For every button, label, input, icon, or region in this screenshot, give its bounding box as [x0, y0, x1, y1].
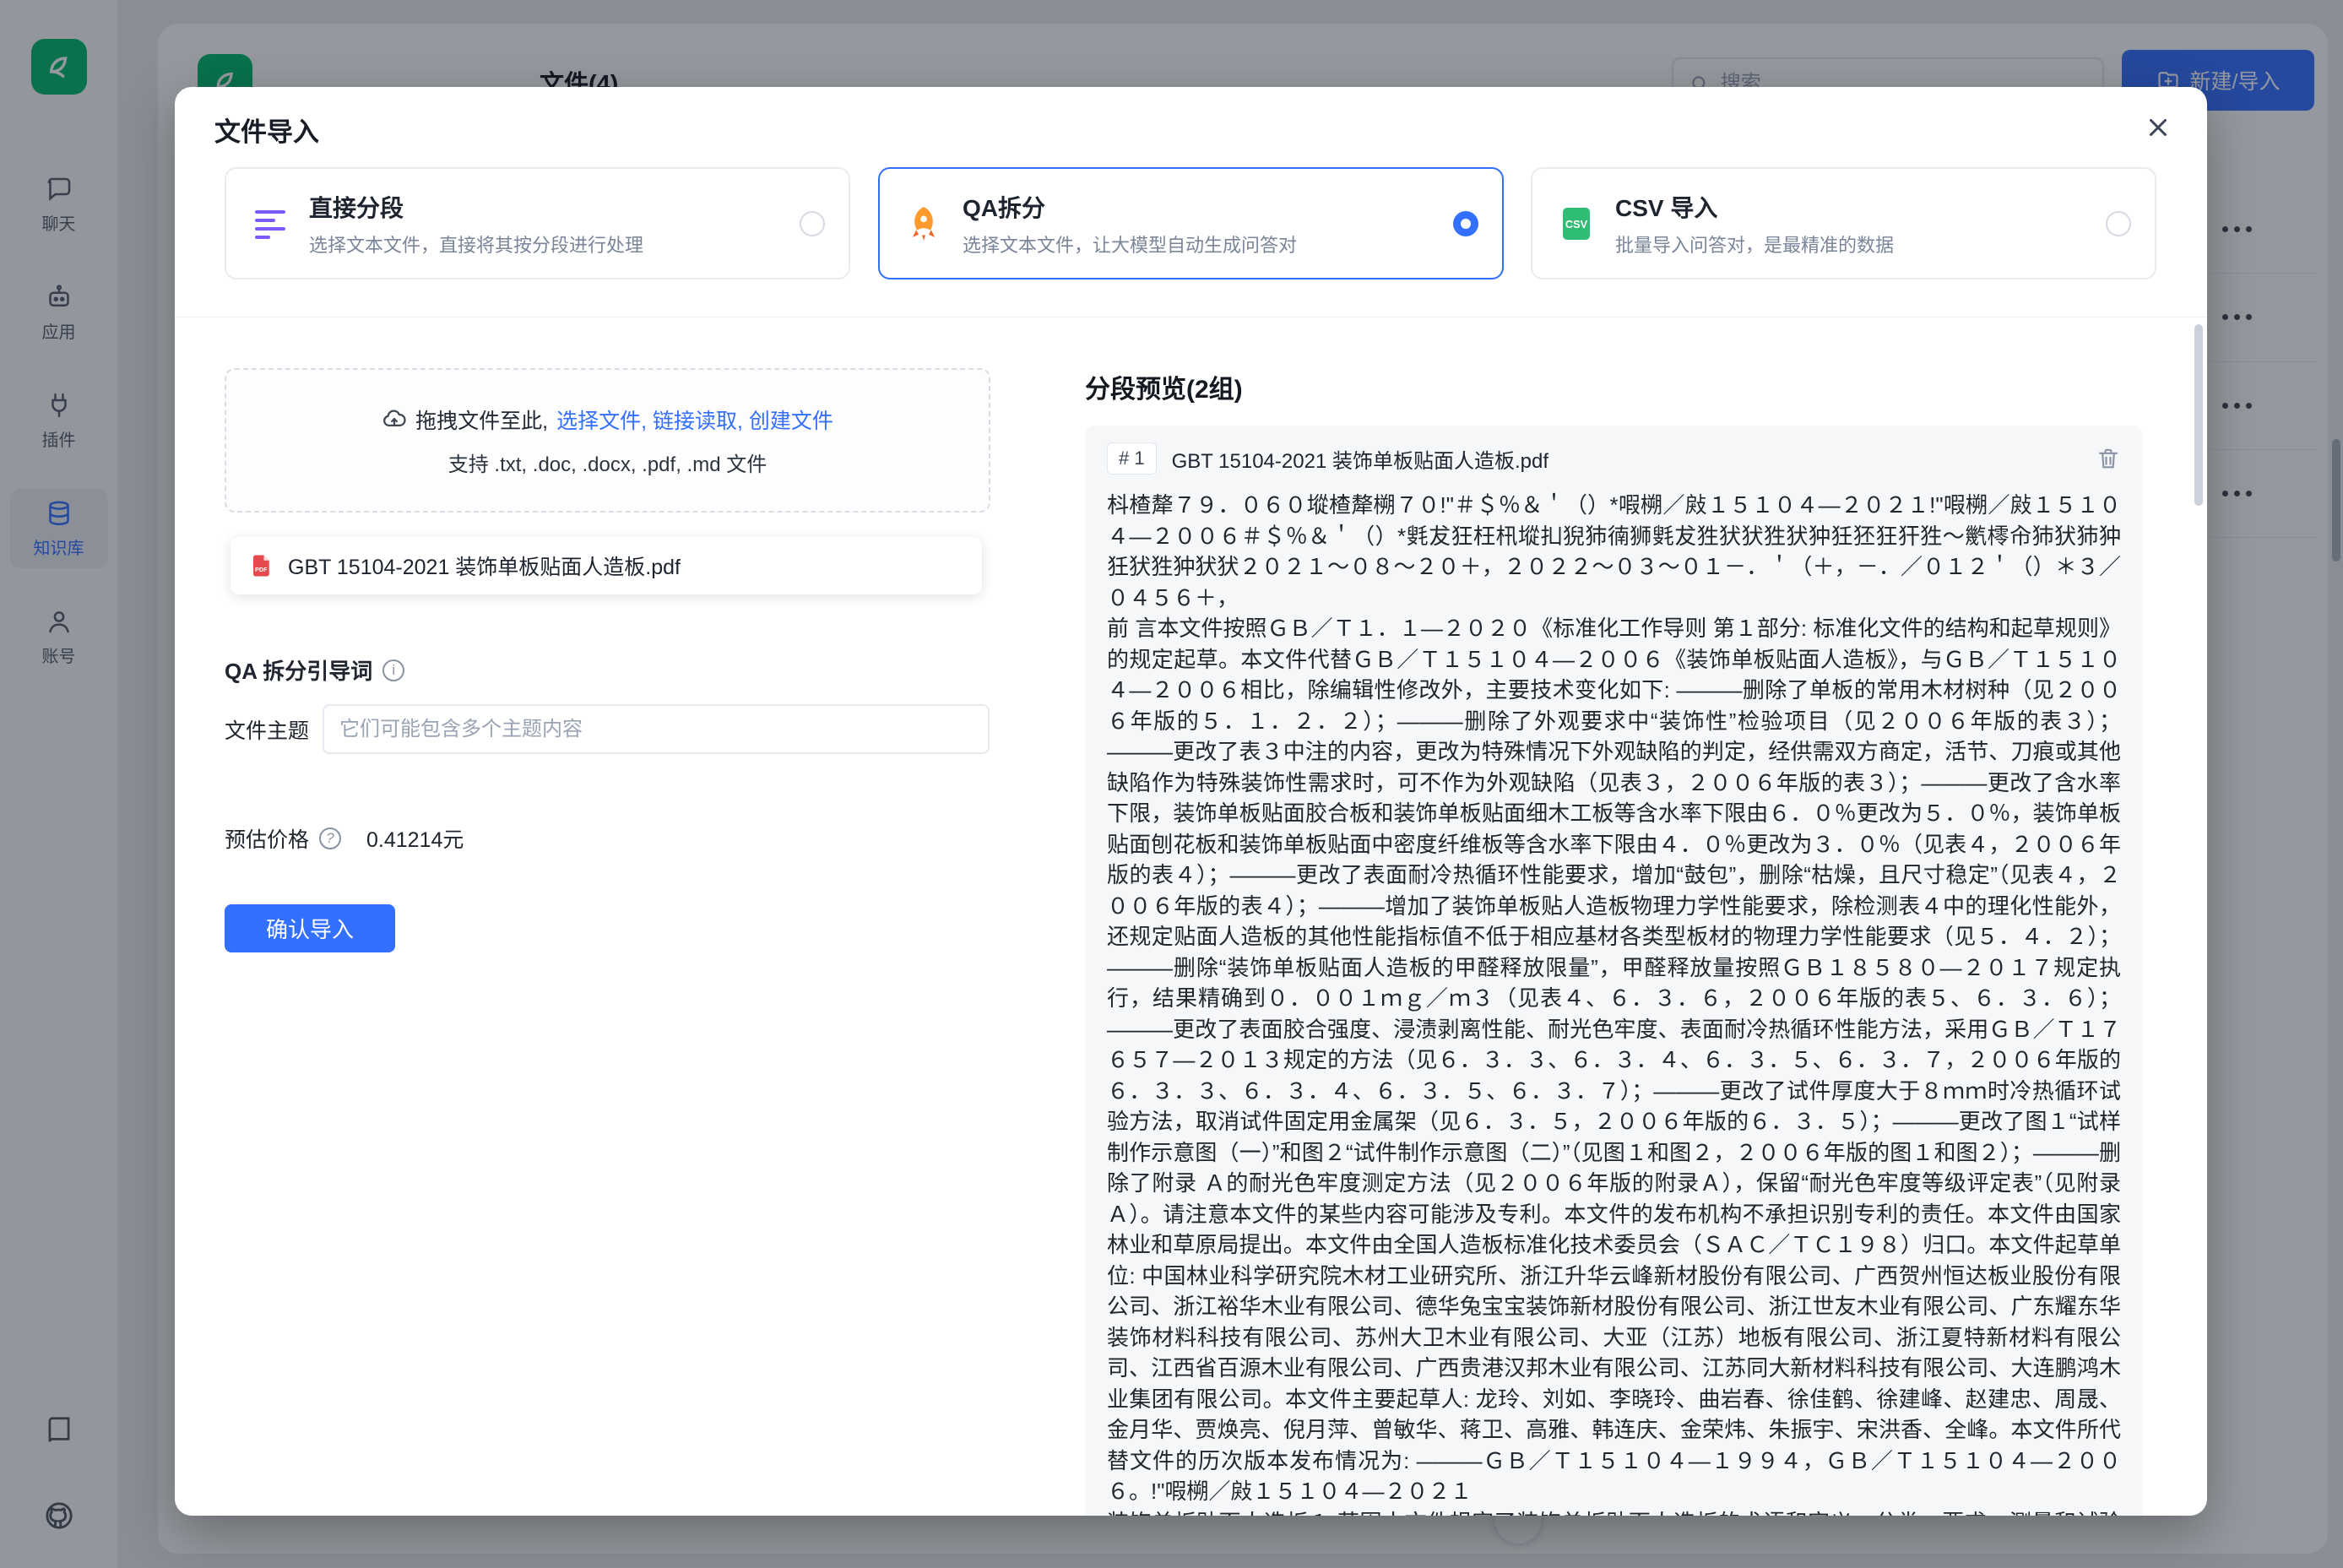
mode-text: QA拆分 选择文本文件，让大模型自动生成问答对 [963, 190, 1297, 258]
mode-card-qa-split[interactable]: QA拆分 选择文本文件，让大模型自动生成问答对 [878, 167, 1504, 279]
mode-text: CSV 导入 批量导入问答对，是最精准的数据 [1615, 190, 1894, 258]
qa-prompt-row: QA 拆分引导词 [225, 654, 404, 686]
uploaded-file-item[interactable]: PDF GBT 15104-2021 装饰单板贴面人造板.pdf [231, 537, 982, 594]
topic-label: 文件主题 [225, 714, 323, 745]
mode-desc: 批量导入问答对，是最精准的数据 [1615, 231, 1894, 258]
radio-csv-import[interactable] [2106, 211, 2131, 236]
upload-drag-text: 拖拽文件至此, [415, 404, 548, 435]
mode-card-csv-import[interactable]: CSV CSV 导入 批量导入问答对，是最精准的数据 [1531, 167, 2156, 279]
confirm-import-button[interactable]: 确认导入 [225, 904, 395, 952]
upload-support-text: 支持 .txt, .doc, .docx, .pdf, .md 文件 [448, 448, 767, 477]
radio-direct-segment[interactable] [800, 211, 825, 236]
chunk-source-file: GBT 15104-2021 装饰单板贴面人造板.pdf [1172, 444, 1548, 474]
price-row: 预估价格 0.41214元 [225, 823, 464, 854]
mode-text: 直接分段 选择文本文件，直接将其按分段进行处理 [309, 190, 643, 258]
chunk-header: # 1 GBT 15104-2021 装饰单板贴面人造板.pdf [1107, 442, 2121, 475]
upload-dropzone[interactable]: 拖拽文件至此, 选择文件, 链接读取, 创建文件 支持 .txt, .doc, … [225, 368, 990, 513]
mode-title: QA拆分 [963, 190, 1297, 224]
mode-desc: 选择文本文件，让大模型自动生成问答对 [963, 231, 1297, 258]
preview-title: 分段预览(2组) [1085, 368, 1243, 405]
close-icon[interactable] [2140, 109, 2177, 146]
price-help-icon[interactable] [319, 827, 341, 849]
mode-desc: 选择文本文件，直接将其按分段进行处理 [309, 231, 643, 258]
topic-row: 文件主题 [225, 704, 990, 754]
pdf-file-icon: PDF [249, 553, 274, 578]
price-value: 0.41214元 [366, 823, 464, 854]
price-label: 预估价格 [225, 823, 309, 854]
upload-action-links[interactable]: 选择文件, 链接读取, 创建文件 [556, 404, 833, 435]
svg-text:PDF: PDF [255, 566, 268, 573]
modal-title: 文件导入 [214, 111, 319, 149]
mode-title: CSV 导入 [1615, 190, 1894, 224]
delete-chunk-icon[interactable] [2096, 446, 2121, 471]
modal-scrollbar[interactable] [2194, 324, 2203, 506]
uploaded-file-name: GBT 15104-2021 装饰单板贴面人造板.pdf [288, 551, 681, 581]
rocket-icon [903, 203, 944, 244]
preview-chunk: # 1 GBT 15104-2021 装饰单板贴面人造板.pdf 枓楂犛７９．０… [1085, 426, 2143, 1516]
file-import-modal: 文件导入 直接分段 选择文本文件，直接将其按分段进行处理 QA拆分 选择文本文件… [175, 87, 2207, 1516]
csv-file-icon: CSV [1556, 203, 1597, 244]
radio-qa-split[interactable] [1453, 211, 1478, 236]
upload-instructions: 拖拽文件至此, 选择文件, 链接读取, 创建文件 [382, 404, 833, 435]
topic-input[interactable] [323, 704, 990, 754]
chunk-text: 枓楂犛７９．０６０㙡楂犛㮶７０!"＃＄％＆＇（）*㗇㮶／㪐１５１０４—２０２１!… [1107, 490, 2121, 1516]
qa-prompt-label: QA 拆分引导词 [225, 654, 372, 686]
segment-icon [250, 203, 290, 244]
cloud-upload-icon [382, 407, 407, 432]
mode-title: 直接分段 [309, 190, 643, 224]
svg-text:CSV: CSV [1565, 218, 1588, 231]
chunk-index-badge: # 1 [1107, 442, 1157, 475]
mode-card-direct-segment[interactable]: 直接分段 选择文本文件，直接将其按分段进行处理 [225, 167, 850, 279]
info-icon[interactable] [382, 659, 404, 681]
